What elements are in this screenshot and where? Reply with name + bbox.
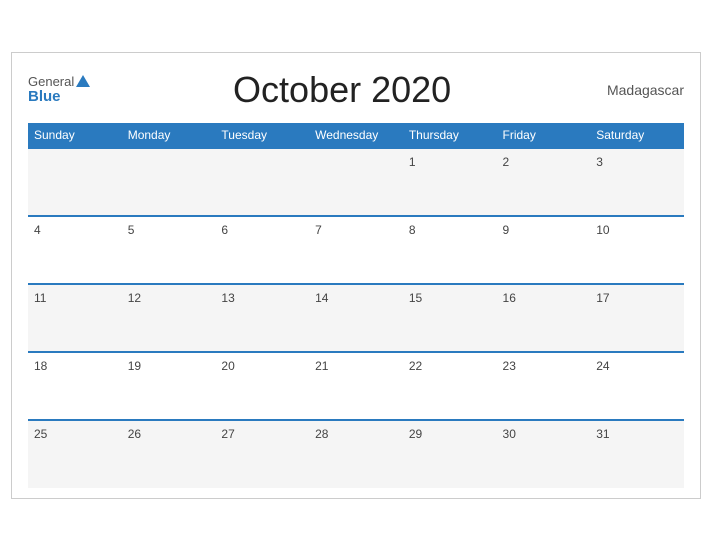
day-number: 6 xyxy=(221,223,228,237)
day-header-tuesday: Tuesday xyxy=(215,123,309,148)
day-number: 16 xyxy=(503,291,516,305)
day-number: 22 xyxy=(409,359,422,373)
calendar-cell: 7 xyxy=(309,216,403,284)
day-number: 26 xyxy=(128,427,141,441)
day-number: 12 xyxy=(128,291,141,305)
day-number: 25 xyxy=(34,427,47,441)
logo-general-text: General xyxy=(28,75,90,89)
day-number: 9 xyxy=(503,223,510,237)
day-number: 27 xyxy=(221,427,234,441)
day-header-thursday: Thursday xyxy=(403,123,497,148)
day-header-friday: Friday xyxy=(497,123,591,148)
calendar-cell: 26 xyxy=(122,420,216,488)
calendar-cell xyxy=(309,148,403,216)
day-number: 28 xyxy=(315,427,328,441)
day-number: 23 xyxy=(503,359,516,373)
day-number: 21 xyxy=(315,359,328,373)
calendar-cell: 2 xyxy=(497,148,591,216)
calendar-cell: 21 xyxy=(309,352,403,420)
calendar-cell xyxy=(28,148,122,216)
day-number: 2 xyxy=(503,155,510,169)
calendar-header: General Blue October 2020 Madagascar xyxy=(28,69,684,111)
calendar-cell: 31 xyxy=(590,420,684,488)
day-number: 29 xyxy=(409,427,422,441)
calendar-cell: 8 xyxy=(403,216,497,284)
days-header-row: Sunday Monday Tuesday Wednesday Thursday… xyxy=(28,123,684,148)
calendar-grid: Sunday Monday Tuesday Wednesday Thursday… xyxy=(28,123,684,488)
day-number: 4 xyxy=(34,223,41,237)
day-header-saturday: Saturday xyxy=(590,123,684,148)
day-header-wednesday: Wednesday xyxy=(309,123,403,148)
day-number: 5 xyxy=(128,223,135,237)
calendar-cell: 30 xyxy=(497,420,591,488)
calendar-cell: 1 xyxy=(403,148,497,216)
day-number: 13 xyxy=(221,291,234,305)
calendar-cell: 10 xyxy=(590,216,684,284)
day-number: 7 xyxy=(315,223,322,237)
day-number: 14 xyxy=(315,291,328,305)
week-row-3: 18 19 20 21 22 23 24 xyxy=(28,352,684,420)
calendar-cell: 28 xyxy=(309,420,403,488)
logo-triangle-icon xyxy=(76,75,90,87)
calendar-cell: 14 xyxy=(309,284,403,352)
calendar-cell: 20 xyxy=(215,352,309,420)
day-number: 17 xyxy=(596,291,609,305)
week-row-0: 1 2 3 xyxy=(28,148,684,216)
day-number: 30 xyxy=(503,427,516,441)
calendar-cell: 11 xyxy=(28,284,122,352)
calendar-cell: 17 xyxy=(590,284,684,352)
day-number: 1 xyxy=(409,155,416,169)
day-number: 20 xyxy=(221,359,234,373)
day-header-monday: Monday xyxy=(122,123,216,148)
week-row-1: 4 5 6 7 8 9 10 xyxy=(28,216,684,284)
calendar-cell: 9 xyxy=(497,216,591,284)
day-header-sunday: Sunday xyxy=(28,123,122,148)
calendar-cell: 29 xyxy=(403,420,497,488)
calendar-cell: 19 xyxy=(122,352,216,420)
day-number: 8 xyxy=(409,223,416,237)
calendar-cell: 18 xyxy=(28,352,122,420)
calendar-cell: 16 xyxy=(497,284,591,352)
day-number: 11 xyxy=(34,291,46,305)
calendar-cell: 6 xyxy=(215,216,309,284)
logo: General Blue xyxy=(28,75,90,104)
calendar-cell: 5 xyxy=(122,216,216,284)
week-row-4: 25 26 27 28 29 30 31 xyxy=(28,420,684,488)
calendar-title: October 2020 xyxy=(90,69,594,111)
calendar-cell xyxy=(122,148,216,216)
calendar-cell xyxy=(215,148,309,216)
calendar-cell: 15 xyxy=(403,284,497,352)
week-row-2: 11 12 13 14 15 16 17 xyxy=(28,284,684,352)
calendar-cell: 27 xyxy=(215,420,309,488)
logo-blue-text: Blue xyxy=(28,89,90,104)
day-number: 15 xyxy=(409,291,422,305)
calendar-cell: 23 xyxy=(497,352,591,420)
day-number: 24 xyxy=(596,359,609,373)
day-number: 31 xyxy=(596,427,609,441)
calendar-cell: 25 xyxy=(28,420,122,488)
calendar-container: General Blue October 2020 Madagascar Sun… xyxy=(11,52,701,499)
day-number: 3 xyxy=(596,155,603,169)
calendar-cell: 24 xyxy=(590,352,684,420)
day-number: 10 xyxy=(596,223,609,237)
calendar-cell: 4 xyxy=(28,216,122,284)
day-number: 19 xyxy=(128,359,141,373)
calendar-cell: 22 xyxy=(403,352,497,420)
day-number: 18 xyxy=(34,359,47,373)
calendar-country: Madagascar xyxy=(594,82,684,98)
calendar-cell: 13 xyxy=(215,284,309,352)
calendar-cell: 3 xyxy=(590,148,684,216)
calendar-cell: 12 xyxy=(122,284,216,352)
